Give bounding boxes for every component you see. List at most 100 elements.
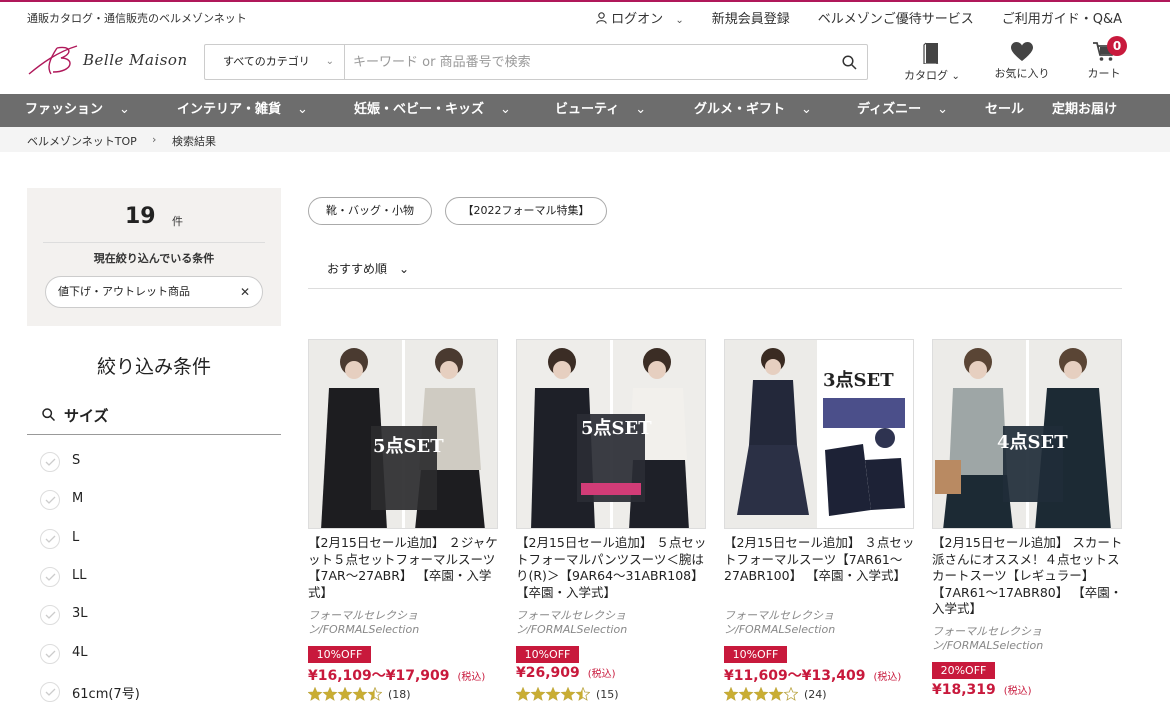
- checkbox[interactable]: [40, 567, 60, 587]
- checkbox[interactable]: [40, 490, 60, 510]
- nav-item-beauty[interactable]: ビューティ ⌄: [555, 94, 646, 127]
- check-icon: [45, 496, 56, 504]
- site-header: Belle Maison すべてのカテゴリ ⌄ カタログ ⌄ お気に入り 0 カ…: [0, 32, 1170, 94]
- star-fill: [724, 687, 738, 700]
- catalog-label: カタログ: [904, 69, 949, 82]
- star-fill: [308, 687, 322, 700]
- divider: [308, 288, 1122, 289]
- star-fill: [323, 687, 337, 700]
- checkbox[interactable]: [40, 605, 60, 625]
- check-icon: [45, 535, 56, 543]
- site-logo[interactable]: Belle Maison: [27, 42, 192, 76]
- check-icon: [45, 573, 56, 581]
- product-image[interactable]: 4点SET: [932, 339, 1122, 529]
- review-count[interactable]: (15): [596, 688, 619, 701]
- register-link[interactable]: 新規会員登録: [712, 8, 790, 27]
- star-fill: [531, 687, 545, 700]
- utility-bar: 通販カタログ・通信販売のベルメゾンネット ログオン ⌄ 新規会員登録 ベルメゾン…: [0, 2, 1170, 32]
- breadcrumb-current: 検索結果: [172, 135, 216, 148]
- product-price: ¥16,109〜¥17,909 (税込): [308, 668, 486, 684]
- product-image[interactable]: 5点SET: [308, 339, 498, 529]
- search-input[interactable]: [345, 45, 831, 79]
- breadcrumb-top-link[interactable]: ベルメゾンネットTOP: [27, 133, 137, 149]
- set-label: 5点SET: [373, 436, 444, 457]
- cart-button[interactable]: 0 カート: [1084, 36, 1127, 81]
- product-image[interactable]: 5点SET: [516, 339, 706, 529]
- check-icon: [45, 611, 56, 619]
- favorites-button[interactable]: お気に入り: [990, 42, 1054, 81]
- tax-note: (税込): [587, 669, 616, 680]
- category-nav: ファッション ⌄ インテリア・雑貨 ⌄ 妊娠・ベビー・キッズ ⌄ ビューティ ⌄ グルメ…: [0, 94, 1170, 127]
- size-filter-label: サイズ: [64, 407, 109, 425]
- nav-item-fashion[interactable]: ファッション ⌄: [25, 94, 130, 127]
- result-unit: 件: [172, 215, 183, 228]
- chevron-down-icon: ⌄: [951, 71, 960, 82]
- site-tagline: 通販カタログ・通信販売のベルメゾンネット: [27, 12, 247, 25]
- chevron-down-icon: ⌄: [399, 262, 410, 276]
- tax-note: (税込): [1003, 686, 1032, 697]
- search-bar: すべてのカテゴリ ⌄: [204, 44, 868, 80]
- result-count: 19: [125, 204, 156, 229]
- star-fill: [353, 687, 367, 700]
- star-fill: [546, 687, 560, 700]
- member-service-link[interactable]: ベルメゾンご優待サービス: [818, 8, 974, 27]
- chevron-down-icon: ⌄: [325, 56, 334, 67]
- chevron-down-icon: ⌄: [635, 102, 647, 117]
- product-name[interactable]: 【2月15日セール追加】 スカート派さんにオススメ！４点セットスカートスーツ【レ…: [932, 535, 1124, 618]
- favorites-label: お気に入り: [994, 67, 1050, 80]
- search-icon: [841, 54, 857, 70]
- category-select[interactable]: すべてのカテゴリ ⌄: [205, 45, 345, 79]
- tag-shoes-bags[interactable]: 靴・バッグ・小物: [308, 197, 432, 225]
- nav-item-interior[interactable]: インテリア・雑貨 ⌄: [177, 94, 308, 127]
- chevron-down-icon: ⌄: [937, 102, 948, 117]
- rating: (18): [307, 686, 411, 701]
- checkbox[interactable]: [40, 682, 60, 702]
- set-label: 4点SET: [997, 432, 1068, 453]
- checkbox[interactable]: [40, 529, 60, 549]
- utility-links: ログオン ⌄ 新規会員登録 ベルメゾンご優待サービス ご利用ガイド・Q&A: [596, 8, 1122, 27]
- cart-count-badge: 0: [1107, 36, 1127, 56]
- star-fill: [516, 687, 530, 700]
- discount-badge: 10%OFF: [308, 646, 371, 663]
- search-button[interactable]: [831, 45, 867, 79]
- product-price: ¥26,909 (税込): [516, 665, 616, 681]
- rating: (15): [515, 686, 619, 701]
- login-label: ログオン: [611, 12, 664, 27]
- product-name[interactable]: 【2月15日セール追加】 ２ジャケット５点セットフォーマルスーツ【7AR〜27A…: [308, 535, 500, 601]
- login-link[interactable]: ログオン ⌄: [596, 8, 684, 27]
- search-icon: [42, 408, 55, 421]
- chevron-down-icon: ⌄: [801, 102, 812, 117]
- checkbox[interactable]: [40, 644, 60, 664]
- checkbox[interactable]: [40, 452, 60, 472]
- chevron-down-icon: ⌄: [675, 15, 684, 26]
- review-count[interactable]: (24): [804, 688, 827, 701]
- review-count[interactable]: (18): [388, 688, 411, 701]
- nav-item-baby-kids[interactable]: 妊娠・ベビー・キッズ ⌄: [354, 94, 511, 127]
- nav-item-disney[interactable]: ディズニー ⌄: [857, 94, 948, 127]
- nav-item-subscription[interactable]: 定期お届け: [1052, 94, 1117, 127]
- breadcrumb: ベルメゾンネットTOP › 検索結果: [0, 127, 1170, 152]
- size-filter-header[interactable]: サイズ: [27, 397, 281, 435]
- check-icon: [45, 688, 56, 696]
- product-price: ¥18,319 (税込): [932, 682, 1032, 698]
- chevron-down-icon: ⌄: [500, 102, 511, 117]
- nav-item-gourmet[interactable]: グルメ・ギフト ⌄: [694, 94, 812, 127]
- product-name[interactable]: 【2月15日セール追加】 ３点セットフォーマルスーツ【7AR61〜27ABR10…: [724, 535, 916, 585]
- nav-item-sale[interactable]: セール: [985, 94, 1024, 127]
- product-image[interactable]: 3点SET: [724, 339, 914, 529]
- logo-text: Belle Maison: [83, 51, 188, 69]
- star-rating-icon: [723, 686, 799, 701]
- star-fill: [769, 687, 783, 700]
- star-fill: [739, 687, 753, 700]
- product-price: ¥11,609〜¥13,409 (税込): [724, 668, 902, 684]
- catalog-button[interactable]: カタログ ⌄: [900, 42, 964, 83]
- filter-title: 絞り込み条件: [96, 356, 211, 378]
- condition-chip-label: 値下げ・アウトレット商品: [58, 285, 190, 298]
- guide-link[interactable]: ご利用ガイド・Q&A: [1002, 8, 1122, 27]
- user-icon: [596, 12, 607, 24]
- star-outline: [783, 686, 799, 701]
- close-icon[interactable]: ✕: [240, 277, 250, 307]
- tag-formal-feature[interactable]: 【2022フォーマル特集】: [445, 197, 607, 225]
- product-name[interactable]: 【2月15日セール追加】 ５点セットフォーマルパンツスーツ＜腕はり(R)＞【9A…: [516, 535, 708, 601]
- sort-select[interactable]: おすすめ順 ⌄: [327, 260, 409, 277]
